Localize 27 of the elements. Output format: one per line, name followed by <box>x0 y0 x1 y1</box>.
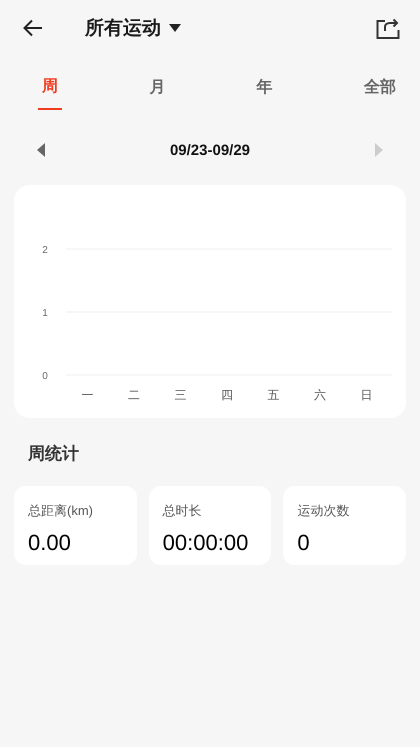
section-title: 周统计 <box>28 443 80 465</box>
share-icon[interactable] <box>376 17 400 39</box>
back-icon[interactable] <box>23 19 43 37</box>
caret-icon <box>169 24 181 32</box>
axis-label: 日 <box>360 388 373 402</box>
previous-icon[interactable] <box>37 143 45 157</box>
stat-label: 运动次数 <box>297 502 350 520</box>
stat-label: 总时长 <box>162 502 203 520</box>
axis-label: 四 <box>221 388 233 402</box>
axis-label: 1 <box>42 308 48 319</box>
axis-label: 一 <box>81 388 94 402</box>
axis-label: 二 <box>128 388 140 402</box>
period-tab[interactable]: 周 <box>38 62 62 110</box>
period-tab[interactable]: 月 <box>145 62 170 110</box>
axis-label: 0 <box>42 371 48 382</box>
stat-value: 00:00:00 <box>162 530 250 556</box>
activity-type-dropdown[interactable]: 所有运动 <box>85 15 181 41</box>
period-tab[interactable]: 全部 <box>360 62 400 110</box>
period-tab[interactable]: 年 <box>252 62 277 110</box>
date-range: 09/23-09/29 <box>170 142 250 158</box>
stat-label: 总距离(km) <box>28 502 94 520</box>
axis-label: 五 <box>268 388 280 402</box>
axis-label: 2 <box>42 245 48 256</box>
stat-value: 0 <box>297 530 311 556</box>
axis-label: 三 <box>174 388 186 402</box>
stat-value: 0.00 <box>28 530 72 556</box>
axis-label: 六 <box>314 388 326 402</box>
